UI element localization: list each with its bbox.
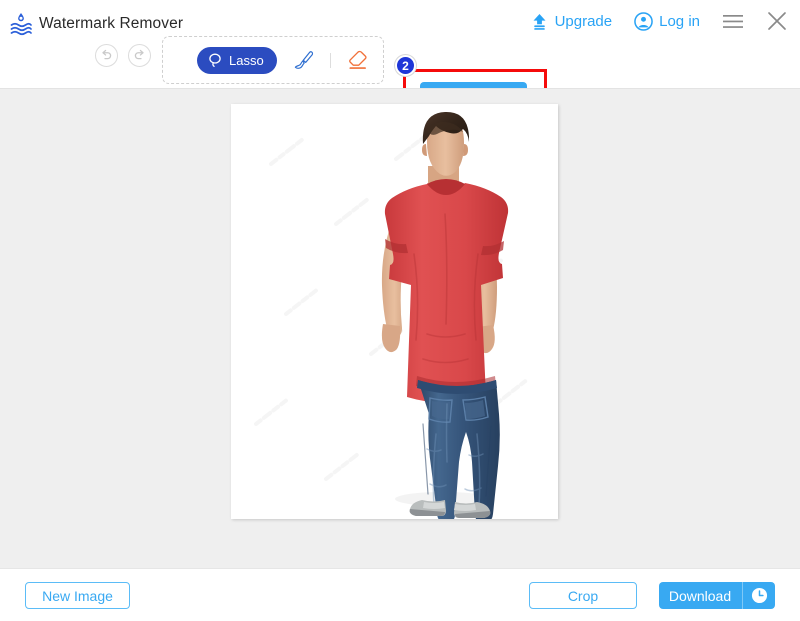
tool-divider — [330, 52, 332, 68]
eraser-icon — [349, 50, 367, 69]
bottom-toolbar: New Image Crop Download — [0, 568, 800, 621]
tool-selector-group: Lasso — [162, 36, 384, 84]
history-controls — [95, 44, 151, 67]
app-title: Watermark Remover — [39, 15, 184, 32]
lasso-tool-label: Lasso — [229, 52, 264, 68]
hamburger-menu-button[interactable] — [722, 13, 744, 30]
editor-toolbar: Lasso Remove 2 — [0, 36, 800, 124]
login-button[interactable]: Log in — [634, 11, 700, 31]
upgrade-label: Upgrade — [554, 12, 613, 30]
edited-photo — [231, 104, 558, 519]
upload-arrow-icon — [533, 13, 546, 30]
user-circle-icon — [634, 11, 653, 31]
close-icon — [768, 12, 786, 30]
redo-button[interactable] — [128, 44, 151, 67]
download-label: Download — [668, 587, 732, 604]
top-navigation: Upgrade Log in — [508, 10, 788, 32]
lasso-tool-button[interactable]: Lasso — [197, 46, 277, 74]
undo-arrow-icon — [102, 49, 112, 60]
download-history-button[interactable] — [743, 587, 775, 604]
photo-frame[interactable] — [231, 104, 558, 519]
eraser-tool-button[interactable] — [342, 43, 373, 77]
download-button[interactable]: Download — [659, 582, 775, 609]
clock-history-icon — [751, 587, 767, 604]
brand: Watermark Remover — [10, 12, 183, 36]
watermark-drop-icon — [10, 13, 32, 36]
crop-button[interactable]: Crop — [529, 582, 637, 609]
new-image-button[interactable]: New Image — [25, 582, 130, 609]
undo-button[interactable] — [95, 44, 118, 67]
brush-icon — [294, 51, 314, 69]
brush-tool-button[interactable] — [289, 43, 320, 77]
redo-arrow-icon — [134, 49, 144, 60]
app-root: Watermark Remover Upgrade Log in Lasso 2… — [0, 0, 800, 621]
login-label: Log in — [659, 12, 700, 30]
step-badge: 2 — [395, 55, 416, 76]
close-button[interactable] — [766, 10, 788, 32]
lasso-icon — [209, 53, 221, 67]
image-canvas-area[interactable] — [0, 88, 800, 568]
upgrade-button[interactable]: Upgrade — [530, 12, 613, 31]
hamburger-menu-icon — [723, 14, 743, 28]
